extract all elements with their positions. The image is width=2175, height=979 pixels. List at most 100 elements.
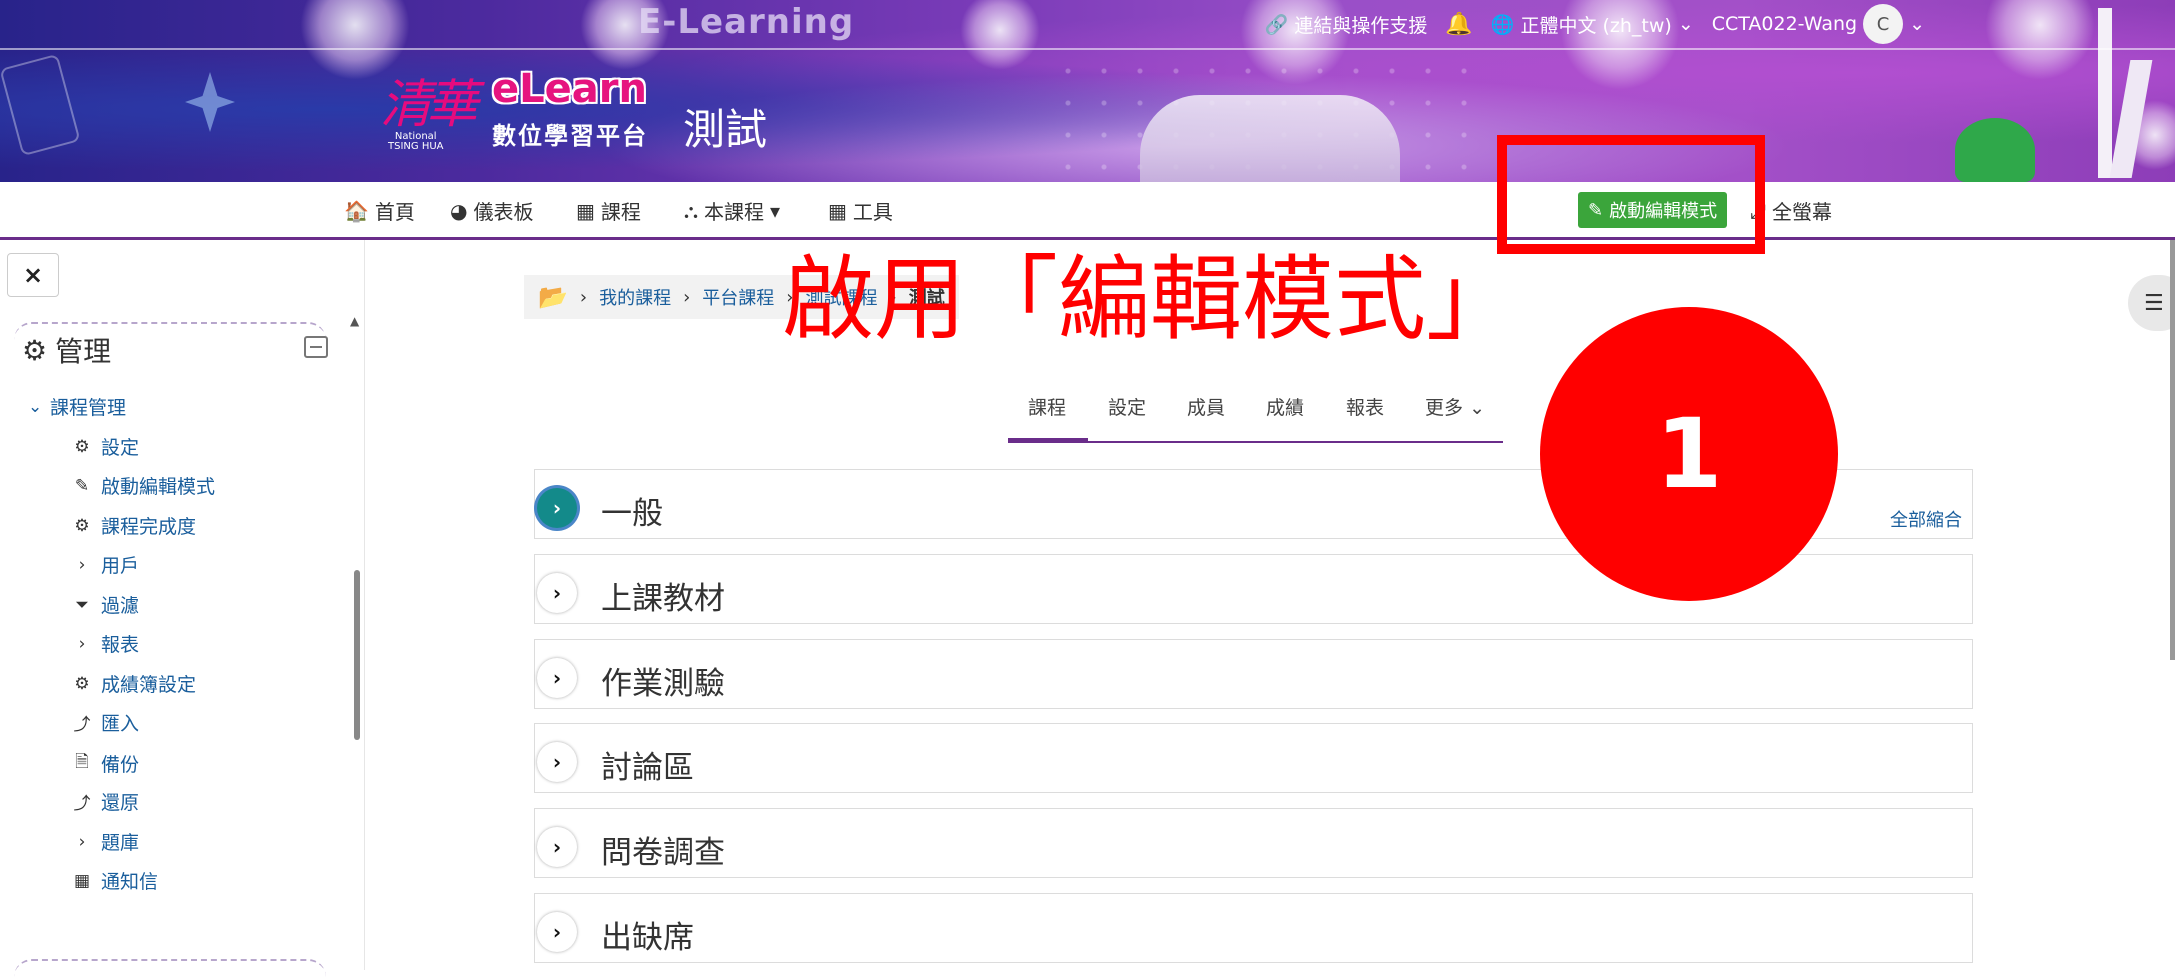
section-title[interactable]: 作業測驗 xyxy=(601,658,725,703)
sidebar-item-reports[interactable]: › 報表 xyxy=(71,630,139,657)
nav-dashboard-label: 儀表板 xyxy=(473,200,534,224)
sidebar-item-label: 設定 xyxy=(101,437,140,459)
breadcrumb-platform-courses[interactable]: 平台課程 xyxy=(702,284,774,310)
sidebar-item-import[interactable]: ⤴ 匯入 xyxy=(71,709,140,736)
logo-kanji: 清華 xyxy=(380,75,478,135)
chevron-right-icon: › xyxy=(552,666,562,690)
tab-more-label: 更多 xyxy=(1425,397,1464,419)
support-link[interactable]: 🔗 連結與操作支援 xyxy=(1265,11,1428,38)
tab-more[interactable]: 更多 ⌄ xyxy=(1425,393,1485,420)
fullscreen-label: 全螢幕 xyxy=(1772,200,1832,224)
open-blocks-drawer-button[interactable]: ☰ xyxy=(2128,275,2175,331)
site-banner: E-Learning 🔗 連結與操作支援 🔔 🌐 正體中文 (zh_tw) ⌄ … xyxy=(0,0,2175,182)
course-section: › 作業測驗 xyxy=(534,639,1973,709)
scroll-up-arrow[interactable]: ▲ xyxy=(350,314,359,328)
sidebar-item-label: 還原 xyxy=(101,792,140,814)
chevron-right-icon: › xyxy=(552,581,562,605)
nav-tools[interactable]: ▦ 工具 xyxy=(828,196,893,225)
admin-block-heading: ⚙ 管理 xyxy=(22,330,111,370)
sidebar-item-label: 啟動編輯模式 xyxy=(101,476,216,498)
sidebar-item-label: 報表 xyxy=(101,634,140,656)
sidebar-scrollbar[interactable] xyxy=(354,570,360,740)
chevron-down-icon: ⌄ xyxy=(1677,13,1694,35)
gear-icon: ⚙ xyxy=(74,436,90,457)
grid-icon: ▦ xyxy=(828,198,847,223)
upload-icon: ⤴ xyxy=(73,794,91,814)
nav-home-label: 首頁 xyxy=(374,200,415,224)
decorative-flower xyxy=(960,0,1040,70)
section-title[interactable]: 出缺席 xyxy=(601,912,694,957)
nav-courses[interactable]: ▦ 課程 xyxy=(576,196,641,225)
course-section: › 討論區 xyxy=(534,723,1973,793)
file-icon: 🗎 xyxy=(75,752,89,772)
dashboard-icon: ◕ xyxy=(450,198,468,223)
expand-section-button[interactable]: › xyxy=(537,658,577,698)
tab-participants[interactable]: 成員 xyxy=(1187,393,1225,420)
nav-home[interactable]: 🏠 首頁 xyxy=(344,196,415,225)
section-title[interactable]: 問卷調查 xyxy=(601,827,725,872)
tab-reports[interactable]: 報表 xyxy=(1346,393,1384,420)
nav-this-course-label: 本課程 xyxy=(704,200,764,224)
instruction-annotation: 啟用「編輯模式」 xyxy=(782,246,1519,353)
chevron-down-icon: ⌄ xyxy=(1909,13,1925,35)
sidebar-item-restore[interactable]: ⤴ 還原 xyxy=(71,788,140,815)
nav-this-course[interactable]: ⛬ 本課程 ▾ xyxy=(684,196,780,225)
expand-section-button[interactable]: › xyxy=(537,742,577,782)
username: CCTA022-Wang xyxy=(1711,13,1858,35)
section-title[interactable]: 討論區 xyxy=(601,742,694,787)
close-drawer-button[interactable]: × xyxy=(7,253,59,297)
pencil-icon: ✎ xyxy=(74,475,90,496)
link-icon: 🔗 xyxy=(1264,13,1289,36)
sidebar-item-users[interactable]: › 用戶 xyxy=(71,551,139,578)
section-title[interactable]: 上課教材 xyxy=(601,573,725,618)
collapse-block-button[interactable] xyxy=(304,336,328,358)
sidebar-item-backup[interactable]: 🗎 備份 xyxy=(71,749,139,778)
sidebar-item-question-bank[interactable]: › 題庫 xyxy=(71,828,139,855)
language-menu[interactable]: 🌐 正體中文 (zh_tw) ⌄ xyxy=(1491,11,1694,38)
chevron-right-icon: › xyxy=(78,633,86,654)
user-menu[interactable]: CCTA022-Wang C ⌄ xyxy=(1712,4,1925,44)
sidebar-item-filter[interactable]: ⏷ 過濾 xyxy=(71,591,139,618)
section-title[interactable]: 一般 xyxy=(601,488,663,533)
sidebar-item-edit-mode[interactable]: ✎ 啟動編輯模式 xyxy=(71,472,215,499)
collapse-all-link[interactable]: 全部縮合 xyxy=(1890,506,1962,532)
caret-down-icon: ▾ xyxy=(770,198,781,223)
list-icon: ☰ xyxy=(2144,290,2164,316)
bell-icon[interactable]: 🔔 xyxy=(1445,12,1472,37)
sidebar-item-label: 通知信 xyxy=(101,871,159,893)
sidebar-item-notifications[interactable]: ▦ 通知信 xyxy=(71,867,158,894)
sidebar-item-label: 題庫 xyxy=(101,832,140,854)
tab-course[interactable]: 課程 xyxy=(1028,393,1066,420)
site-title: E-Learning xyxy=(638,2,855,42)
grid-icon: ▦ xyxy=(576,198,595,223)
tab-grades[interactable]: 成績 xyxy=(1266,393,1304,420)
chevron-right-icon: › xyxy=(552,920,562,944)
expand-section-button[interactable]: › xyxy=(537,827,577,867)
highlight-box xyxy=(1497,135,1765,254)
expand-section-button[interactable]: › xyxy=(537,912,577,952)
banner-divider xyxy=(0,48,2175,50)
sidebar-item-label: 用戶 xyxy=(101,555,140,577)
sidebar-item-course-admin[interactable]: ⌄ 課程管理 xyxy=(28,393,126,420)
decorative-phone xyxy=(0,53,81,157)
block-border xyxy=(14,959,326,979)
breadcrumb-my-courses[interactable]: 我的課程 xyxy=(599,284,671,310)
sidebar-item-completion[interactable]: ⚙ 課程完成度 xyxy=(71,512,196,539)
page-scrollbar[interactable] xyxy=(2170,240,2175,660)
sidebar-item-label: 課程完成度 xyxy=(101,516,197,538)
sidebar-item-label: 備份 xyxy=(101,754,140,776)
site-logo[interactable]: 清華 National TSING HUA eLearn 數位學習平台 xyxy=(380,62,650,158)
logo-subtitle: 數位學習平台 xyxy=(492,122,648,150)
course-section: › 問卷調查 xyxy=(534,808,1973,878)
admin-heading-label: 管理 xyxy=(55,335,112,368)
nav-dashboard[interactable]: ◕ 儀表板 xyxy=(450,196,533,225)
tab-settings[interactable]: 設定 xyxy=(1108,393,1146,420)
chevron-down-icon: ⌄ xyxy=(28,396,43,417)
sidebar-item-settings[interactable]: ⚙ 設定 xyxy=(71,433,139,460)
decorative-tree xyxy=(1955,118,2035,182)
sidebar-item-gradebook-setup[interactable]: ⚙ 成績簿設定 xyxy=(71,670,196,697)
admin-sidebar: ⚙ 管理 ⌄ 課程管理 ⚙ 設定 ✎ 啟動編輯模式 ⚙ 課程完成度 › 用戶 ⏷… xyxy=(14,322,334,970)
nav-courses-label: 課程 xyxy=(600,200,641,224)
expand-section-button[interactable]: › xyxy=(537,488,577,528)
expand-section-button[interactable]: › xyxy=(537,573,577,613)
